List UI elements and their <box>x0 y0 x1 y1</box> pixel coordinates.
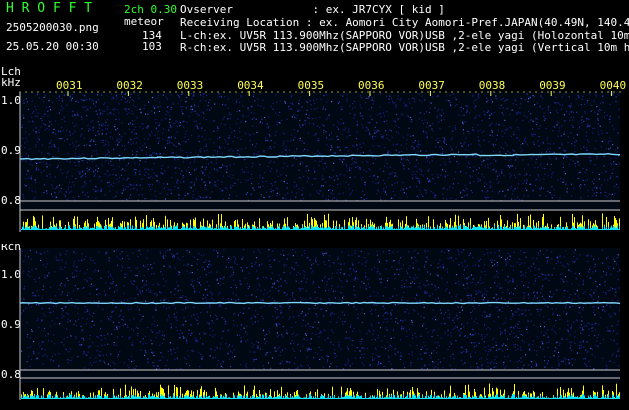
time-tick-0039: 0039 <box>539 79 566 92</box>
time-tick-0035: 0035 <box>297 79 325 92</box>
time-tick-0032: 0032 <box>116 79 143 92</box>
rch-spectrogram <box>20 248 620 383</box>
channel-separator <box>0 232 629 244</box>
spectrogram-plots <box>0 91 629 400</box>
time-tick-0031: 0031 <box>56 79 83 92</box>
rch-meteor-bars <box>21 383 620 399</box>
time-tick-0033: 0033 <box>176 79 204 92</box>
hroft-spectrogram-window: H R O F F T 2ch 0.30 2505200030.png mete… <box>0 0 629 410</box>
time-tick-0040: 0040 <box>599 79 627 92</box>
rch-signal-line <box>19 301 621 305</box>
lch-spectrogram <box>20 92 620 210</box>
lch-meteor-bars <box>21 213 620 230</box>
time-tick-0034: 0034 <box>237 79 264 92</box>
time-tick-0037: 0037 <box>418 79 445 92</box>
time-tick-0036: 0036 <box>358 79 385 92</box>
time-tick-0038: 0038 <box>478 79 506 92</box>
